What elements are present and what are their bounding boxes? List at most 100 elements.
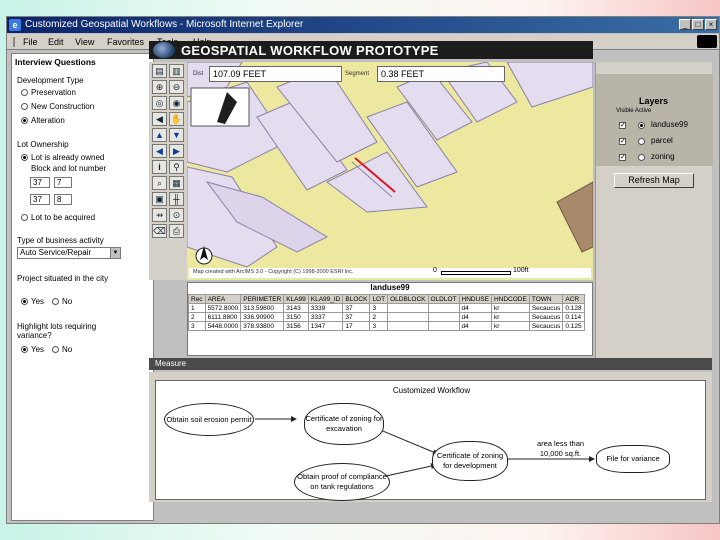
lot-input-1[interactable]: 7 [54,177,72,188]
measure-icon[interactable]: ⇸ [152,208,167,222]
buffer-icon[interactable]: ⊙ [169,208,184,222]
table-cell[interactable]: 1 [188,303,206,313]
zoom-in-icon[interactable]: ⊕ [152,80,167,94]
table-cell[interactable]: 2 [188,312,206,322]
layer-landuse-visible-checkbox[interactable]: ✓ [619,122,626,129]
layer-zoning-label: zoning [651,152,675,161]
clear-selection-icon[interactable]: ⌫ [152,224,167,238]
print-icon[interactable]: ⎙ [169,224,184,238]
lot-input-2[interactable]: 8 [54,194,72,205]
minimize-button[interactable]: _ [679,19,691,30]
node-file-variance[interactable]: File for variance [596,445,670,473]
pan-north-icon[interactable]: ▲ [152,128,167,142]
pan-east-icon[interactable]: ▶ [169,144,184,158]
pan-icon[interactable]: ✋ [169,112,184,126]
measure-dist-label: Dist [193,71,204,77]
radio-lot-acquired[interactable] [21,214,28,221]
select-box-icon[interactable]: ▣ [152,192,167,206]
identify-icon[interactable]: i [152,160,167,174]
radio-lot-owned-label: Lot is already owned [31,153,105,162]
menu-view[interactable]: View [75,37,94,47]
radio-highlight-yes[interactable] [21,346,28,353]
node-soil-permit[interactable]: Obtain soil erosion permit [164,403,254,436]
radio-project-no[interactable] [52,298,59,305]
table-cell: 3337 [307,312,344,322]
column-header: AREA [204,294,242,304]
menu-file[interactable]: File [23,37,38,47]
business-activity-label: Type of business activity [17,236,104,245]
radio-project-yes[interactable] [21,298,28,305]
menu-edit[interactable]: Edit [48,37,64,47]
node-compliance-tank[interactable]: Obtain proof of compliance on tank regul… [294,463,390,501]
layer-parcel-label: parcel [651,136,673,145]
table-cell: 17 [342,321,371,331]
refresh-map-button[interactable]: Refresh Map [614,173,694,188]
table-row[interactable]: 3 5448.0000 378.93800 3156 1347 17 3 d4 … [188,321,585,331]
business-activity-select[interactable]: Auto Service/Repair ▼ [17,247,121,259]
table-cell[interactable]: 3 [188,321,206,331]
node-certificate-zoning-development[interactable]: Certificate of zoning for development [432,441,508,481]
table-cell [427,321,460,331]
layers-subtitle: Visible Active [616,108,652,114]
radio-lot-acquired-label: Lot to be acquired [31,213,96,222]
query-icon[interactable]: ▦ [169,176,184,190]
table-cell [427,312,460,322]
toggle-legend-icon[interactable]: ▥ [169,64,184,78]
table-row[interactable]: 1 5572.8000 313.59800 3143 3339 37 3 d4 … [188,303,585,313]
table-cell: 3150 [283,312,309,322]
interview-title: Interview Questions [15,57,96,67]
pan-west-icon[interactable]: ◀ [152,144,167,158]
table-cell: 6111.8800 [204,312,242,322]
app-header: GEOSPATIAL WORKFLOW PROTOTYPE [149,41,593,59]
table-cell: 37 [342,303,371,313]
layer-zoning-active-radio[interactable] [638,154,645,161]
radio-highlight-no-label: No [62,345,73,354]
zoom-out-icon[interactable]: ⊖ [169,80,184,94]
north-arrow-icon [195,244,213,266]
layer-landuse-active-radio[interactable] [638,122,645,129]
close-button[interactable]: × [705,19,717,30]
table-cell [387,312,429,322]
block-input-1[interactable]: 37 [30,177,50,188]
node-certificate-zoning-excavation[interactable]: Certificate of zoning for excavation [304,403,384,445]
table-cell: 1347 [307,321,344,331]
table-cell: 0.114 [562,312,585,322]
table-cell: 5572.8000 [204,303,242,313]
radio-lot-owned[interactable] [21,154,28,161]
radio-preservation[interactable] [21,89,28,96]
column-header: HNDUSE [458,294,492,304]
map-view[interactable]: Dist 107.09 FEET Segment 0.38 FEET Map c… [187,62,593,280]
maximize-button[interactable]: □ [692,19,704,30]
hyperlink-icon[interactable]: ⚲ [169,160,184,174]
column-header: Rec [188,294,206,304]
layer-parcel-active-radio[interactable] [638,138,645,145]
layer-zoning-visible-checkbox[interactable]: ✓ [619,154,626,161]
edge-label-area: area less than 10,000 sq.ft. [536,439,585,458]
table-cell: 5448.0000 [204,321,242,331]
table-row[interactable]: 2 6111.8800 336.90900 3150 3337 37 2 d4 … [188,312,585,322]
radio-project-no-label: No [62,297,73,306]
window-title: Customized Geospatial Workflows - Micros… [25,19,304,30]
find-icon[interactable]: ⌕ [152,176,167,190]
pan-south-icon[interactable]: ▼ [169,128,184,142]
table-cell: 37 [342,312,371,322]
back-icon[interactable]: ◀ [152,112,167,126]
table-cell: kr [490,303,530,313]
layer-parcel-visible-checkbox[interactable]: ✓ [619,138,626,145]
zoom-full-icon[interactable]: ◎ [152,96,167,110]
block-input-2[interactable]: 37 [30,194,50,205]
chevron-down-icon[interactable]: ▼ [110,248,120,258]
zoom-active-icon[interactable]: ◉ [169,96,184,110]
radio-alteration[interactable] [21,117,28,124]
menu-favorites[interactable]: Favorites [107,37,144,47]
radio-highlight-yes-label: Yes [31,345,45,354]
toggle-overview-icon[interactable]: ▤ [152,64,167,78]
attribute-table: Rec AREA PERIMETER KLA99 KLA99_ID BLOCK … [188,294,585,331]
workflow-connectors [255,416,595,477]
table-cell: 3 [369,303,389,313]
select-line-icon[interactable]: ╫ [169,192,184,206]
radio-new-construction[interactable] [21,103,28,110]
table-cell: kr [490,321,530,331]
radio-highlight-no[interactable] [52,346,59,353]
column-header: TOWN [528,294,564,304]
